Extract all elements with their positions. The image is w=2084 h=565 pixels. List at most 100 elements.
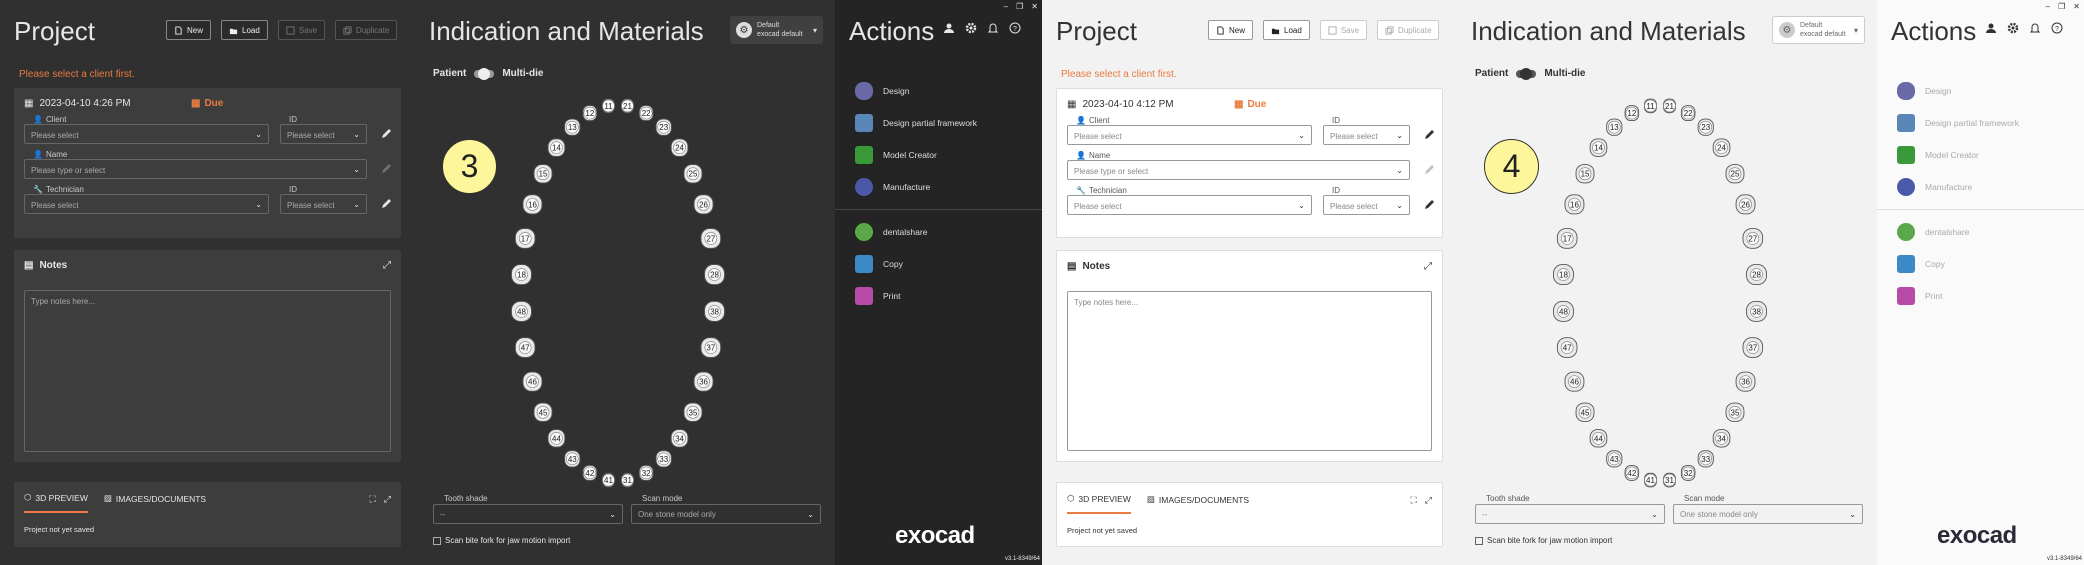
- tooth-37[interactable]: 37: [1742, 337, 1764, 358]
- minimize-icon[interactable]: –: [1004, 2, 1008, 11]
- gear-icon[interactable]: [2007, 22, 2019, 34]
- tooth-22[interactable]: 22: [638, 105, 654, 122]
- tooth-47[interactable]: 47: [514, 337, 536, 358]
- technician-select[interactable]: 🔧 Technician Please select ⌄: [1067, 186, 1312, 215]
- tooth-14[interactable]: 14: [547, 138, 566, 157]
- tooth-18[interactable]: 18: [1553, 264, 1574, 286]
- notes-textarea[interactable]: Type notes here...: [24, 290, 391, 452]
- client-id-select[interactable]: ID Please select ⌄: [1323, 116, 1410, 145]
- tooth-33[interactable]: 33: [655, 450, 672, 468]
- scan-mode-select[interactable]: Scan mode One stone model only ⌄: [631, 494, 821, 524]
- help-icon[interactable]: ?: [2051, 22, 2063, 34]
- bite-fork-checkbox[interactable]: Scan bite fork for jaw motion import: [1475, 536, 1612, 545]
- tooth-43[interactable]: 43: [1606, 450, 1623, 468]
- load-button[interactable]: Load: [221, 20, 268, 40]
- edit-technician-icon[interactable]: [380, 198, 392, 210]
- tooth-21[interactable]: 21: [621, 98, 634, 114]
- name-select[interactable]: 👤 Name Please type or select ⌄: [24, 150, 367, 179]
- tooth-28[interactable]: 28: [1746, 264, 1767, 286]
- action-manufacture[interactable]: Manufacture: [1877, 171, 2084, 203]
- due-date[interactable]: ▦ Due: [191, 98, 223, 109]
- load-button[interactable]: Load: [1263, 20, 1310, 40]
- tooth-27[interactable]: 27: [700, 228, 722, 249]
- default-settings-button[interactable]: ⚙ Default exocad default ▾: [1772, 16, 1865, 44]
- edit-client-icon[interactable]: [380, 128, 392, 140]
- tooth-13[interactable]: 13: [564, 118, 581, 136]
- tooth-18[interactable]: 18: [511, 264, 532, 286]
- client-select[interactable]: 👤 Client Please select ⌄: [24, 115, 269, 144]
- save-button[interactable]: Save: [277, 20, 326, 40]
- gear-icon[interactable]: [965, 22, 977, 34]
- tooth-42[interactable]: 42: [582, 464, 598, 481]
- edit-client-icon[interactable]: [1423, 129, 1435, 141]
- patient-multidie-toggle[interactable]: [1516, 67, 1537, 80]
- action-dentalshare[interactable]: dentalshare: [1877, 216, 2084, 248]
- save-button[interactable]: Save: [1319, 20, 1368, 40]
- notes-textarea[interactable]: Type notes here...: [1067, 291, 1432, 451]
- action-dentalshare[interactable]: dentalshare: [835, 216, 1042, 248]
- due-date[interactable]: ▦ Due: [1234, 99, 1266, 110]
- tooth-16[interactable]: 16: [522, 194, 543, 215]
- technician-id-select[interactable]: ID Please select ⌄: [1323, 186, 1410, 215]
- tooth-27[interactable]: 27: [1742, 228, 1764, 249]
- tooth-22[interactable]: 22: [1680, 105, 1696, 122]
- tooth-12[interactable]: 12: [582, 105, 598, 122]
- tooth-35[interactable]: 35: [683, 402, 703, 422]
- tooth-43[interactable]: 43: [564, 450, 581, 468]
- tooth-32[interactable]: 32: [1680, 464, 1696, 481]
- tab-images-documents[interactable]: ▨ IMAGES/DOCUMENTS: [1147, 493, 1249, 514]
- expand-icon[interactable]: ⤢: [1424, 261, 1432, 272]
- restore-icon[interactable]: ❐: [1016, 2, 1023, 11]
- default-settings-button[interactable]: ⚙ Default exocad default ▾: [730, 16, 823, 44]
- patient-multidie-toggle[interactable]: [474, 67, 495, 80]
- tooth-32[interactable]: 32: [638, 464, 654, 481]
- scan-mode-select[interactable]: Scan mode One stone model only ⌄: [1673, 494, 1863, 524]
- tooth-23[interactable]: 23: [1697, 118, 1714, 136]
- tooth-44[interactable]: 44: [547, 429, 566, 448]
- tooth-17[interactable]: 17: [1556, 228, 1578, 249]
- action-copy[interactable]: Copy: [1877, 248, 2084, 280]
- minimize-icon[interactable]: –: [2046, 2, 2050, 11]
- edit-technician-icon[interactable]: [1423, 199, 1435, 211]
- tooth-41[interactable]: 41: [602, 472, 615, 488]
- action-design[interactable]: Design: [835, 75, 1042, 107]
- tooth-38[interactable]: 38: [704, 300, 725, 322]
- close-icon[interactable]: ✕: [1031, 2, 1038, 11]
- tab-3d-preview[interactable]: ⬡ 3D PREVIEW: [24, 492, 88, 513]
- tooth-25[interactable]: 25: [1725, 164, 1745, 184]
- user-icon[interactable]: [943, 22, 955, 34]
- tooth-46[interactable]: 46: [522, 371, 543, 392]
- tooth-41[interactable]: 41: [1644, 472, 1657, 488]
- action-design-partial-framework[interactable]: Design partial framework: [1877, 107, 2084, 139]
- close-icon[interactable]: ✕: [2073, 2, 2080, 11]
- expand-icon[interactable]: ⤢: [383, 260, 391, 271]
- restore-icon[interactable]: ❐: [2058, 2, 2065, 11]
- tooth-42[interactable]: 42: [1624, 464, 1640, 481]
- tooth-36[interactable]: 36: [1735, 371, 1756, 392]
- tooth-31[interactable]: 31: [1663, 472, 1676, 488]
- action-manufacture[interactable]: Manufacture: [835, 171, 1042, 203]
- tooth-45[interactable]: 45: [533, 402, 553, 422]
- new-button[interactable]: New: [166, 20, 212, 40]
- tooth-11[interactable]: 11: [1644, 98, 1657, 114]
- tooth-24[interactable]: 24: [670, 138, 689, 157]
- duplicate-button[interactable]: Duplicate: [335, 20, 398, 40]
- tooth-37[interactable]: 37: [700, 337, 722, 358]
- tooth-28[interactable]: 28: [704, 264, 725, 286]
- tooth-33[interactable]: 33: [1697, 450, 1714, 468]
- tooth-34[interactable]: 34: [670, 429, 689, 448]
- project-datetime[interactable]: ▦ 2023-04-10 4:12 PM: [1067, 99, 1174, 110]
- tooth-26[interactable]: 26: [693, 194, 714, 215]
- tooth-15[interactable]: 15: [1575, 164, 1595, 184]
- tooth-21[interactable]: 21: [1663, 98, 1676, 114]
- tooth-45[interactable]: 45: [1575, 402, 1595, 422]
- expand-icon[interactable]: ⤢: [384, 494, 391, 505]
- user-icon[interactable]: [1985, 22, 1997, 34]
- action-design[interactable]: Design: [1877, 75, 2084, 107]
- tooth-34[interactable]: 34: [1712, 429, 1731, 448]
- bell-icon[interactable]: [987, 22, 999, 34]
- tooth-25[interactable]: 25: [683, 164, 703, 184]
- tooth-16[interactable]: 16: [1564, 194, 1585, 215]
- tab-3d-preview[interactable]: ⬡ 3D PREVIEW: [1067, 493, 1131, 514]
- tooth-12[interactable]: 12: [1624, 105, 1640, 122]
